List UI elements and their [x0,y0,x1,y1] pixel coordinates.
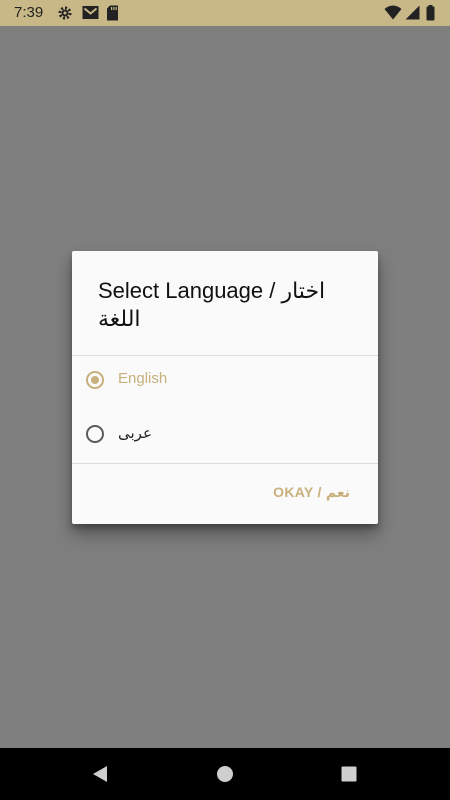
gear-icon [57,5,73,26]
battery-icon [426,5,435,26]
dialog-title: Select Language / اختار اللغة [98,278,326,331]
navigation-bar [0,748,450,800]
language-dialog: Select Language / اختار اللغة English عر… [72,251,378,524]
radio-arabic[interactable] [86,425,104,443]
wifi-icon [384,5,402,25]
option-english-label: English [118,370,168,387]
gmail-icon [82,5,99,25]
sd-card-icon [106,5,119,26]
dialog-divider-bottom [72,463,378,464]
home-icon[interactable] [213,762,237,786]
option-english[interactable]: English [72,355,378,405]
radio-english[interactable] [86,371,104,389]
status-time: 7:39 [14,4,44,21]
recents-icon[interactable] [337,762,361,786]
signal-icon [405,5,420,25]
option-arabic[interactable]: عربى [72,409,378,459]
option-arabic-label: عربى [118,425,152,442]
status-bar: 7:39 [0,0,450,26]
back-icon[interactable] [88,762,112,786]
okay-button[interactable]: OKAY / نعم [273,484,350,501]
